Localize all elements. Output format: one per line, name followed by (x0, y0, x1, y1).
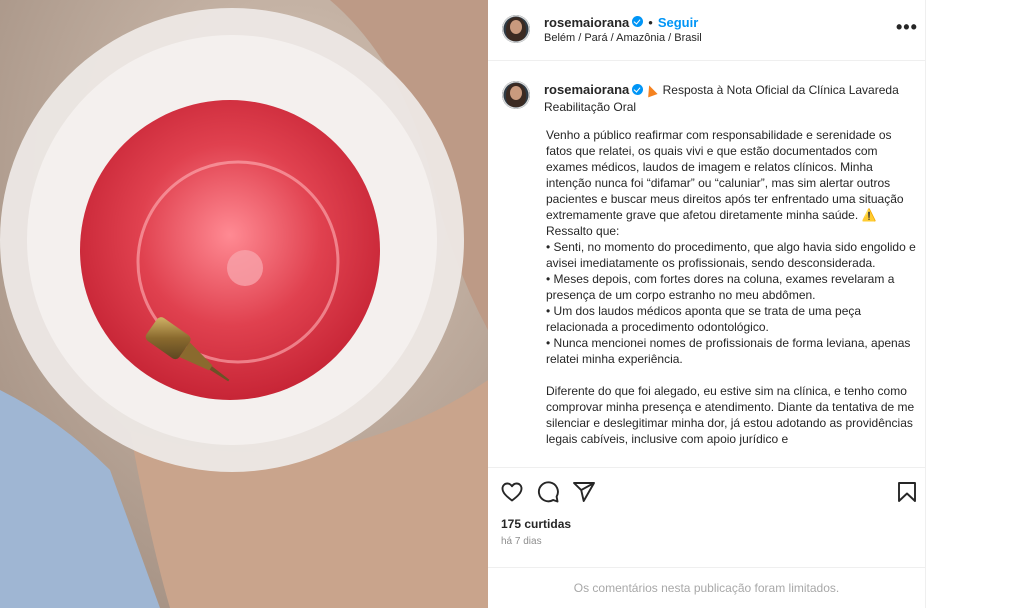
location-link[interactable]: Belém / Pará / Amazônia / Brasil (544, 32, 702, 44)
comment-icon[interactable] (536, 480, 560, 504)
cup-photo-illustration (0, 0, 488, 608)
verified-badge-icon (632, 16, 644, 28)
heart-icon[interactable] (500, 480, 524, 504)
page-background (926, 0, 1024, 608)
likes-count[interactable]: 175 curtidas (501, 517, 571, 531)
caption-headline: rosemaiorana Resposta à Nota Oficial da … (544, 81, 904, 116)
verified-badge-icon (632, 84, 644, 96)
bookmark-icon[interactable] (895, 480, 919, 504)
comments-limited-notice: Os comentários nesta publicação foram li… (488, 567, 925, 609)
caption-body: Venho a público reafirmar com responsabi… (546, 128, 916, 446)
separator-dot: • (648, 15, 653, 30)
caption-area: rosemaiorana Resposta à Nota Oficial da … (488, 61, 925, 467)
avatar[interactable] (502, 15, 530, 43)
actions-section: 175 curtidas há 7 dias (488, 467, 925, 568)
caption-avatar[interactable] (502, 81, 530, 109)
more-options-icon[interactable]: ••• (896, 18, 918, 36)
post-time[interactable]: há 7 dias (501, 536, 542, 547)
post-panel: rosemaiorana • Seguir Belém / Pará / Amazô… (488, 0, 926, 608)
header-user-line: rosemaiorana • Seguir (544, 14, 698, 32)
caption-username[interactable]: rosemaiorana (544, 82, 629, 97)
megaphone-icon (644, 83, 658, 98)
post-header: rosemaiorana • Seguir Belém / Pará / Amazô… (488, 0, 925, 61)
follow-button[interactable]: Seguir (658, 15, 698, 30)
post-image (0, 0, 488, 608)
username-link[interactable]: rosemaiorana (544, 15, 629, 30)
share-icon[interactable] (572, 480, 596, 504)
